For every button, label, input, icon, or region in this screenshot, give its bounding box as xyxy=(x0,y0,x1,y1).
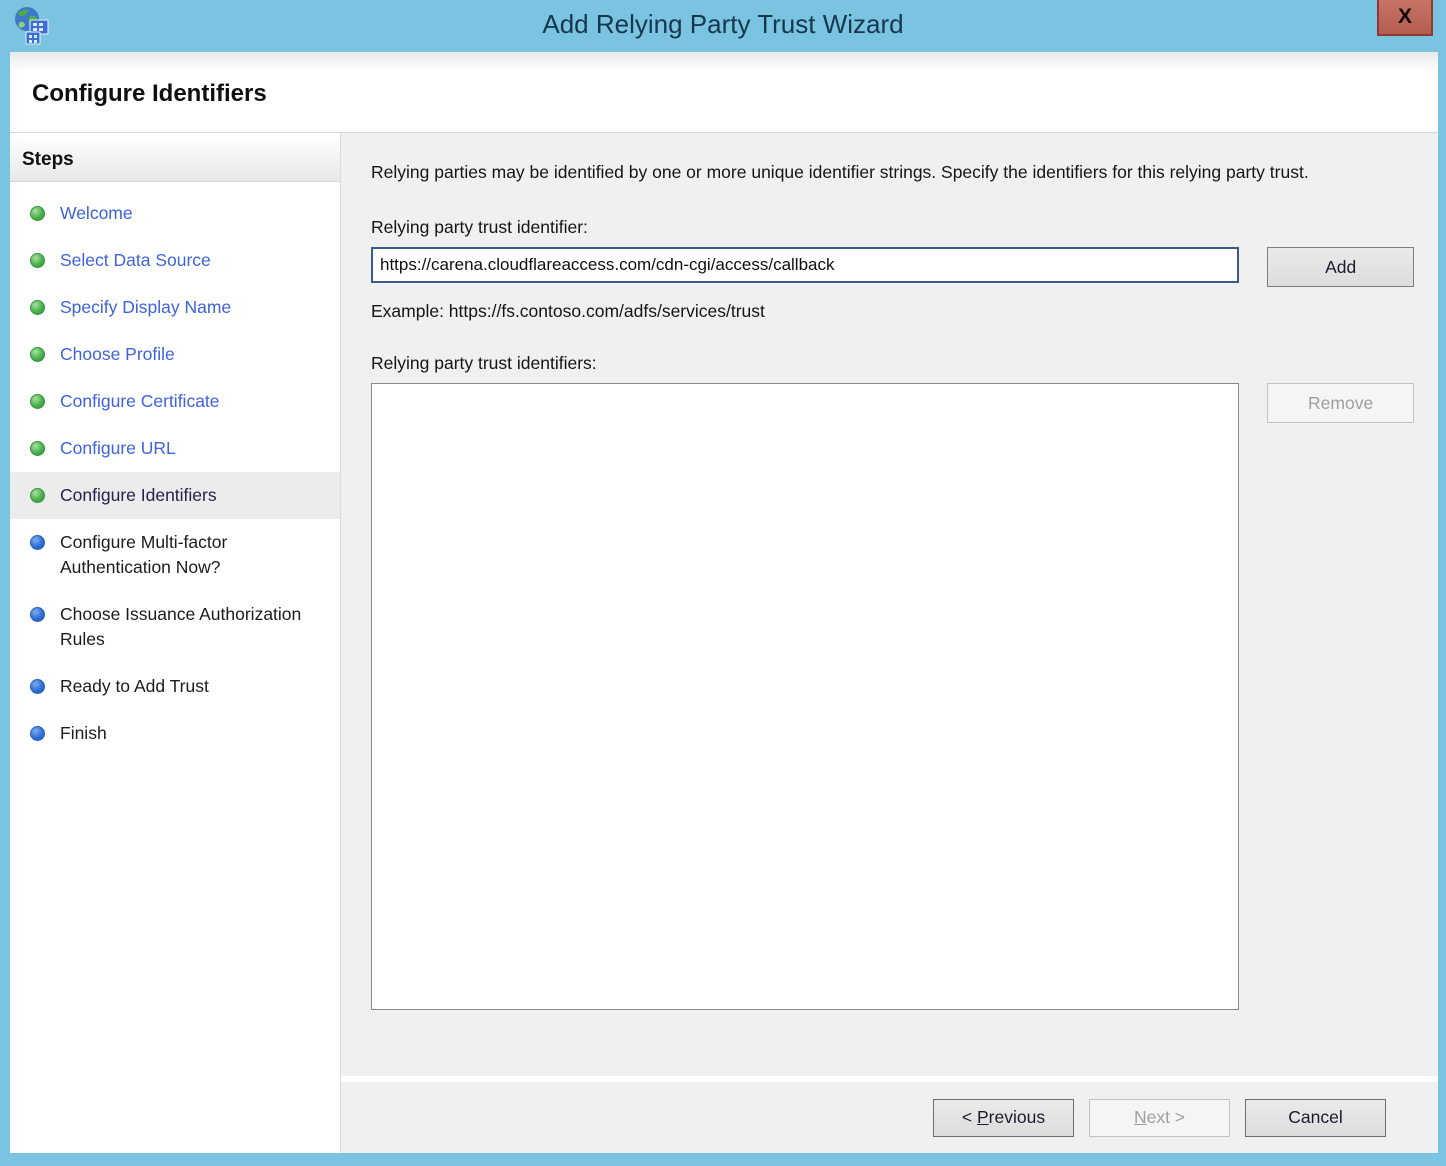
step-status-icon xyxy=(30,679,45,694)
step-status-icon xyxy=(30,607,45,622)
step-choose-issuance-rules[interactable]: Choose Issuance Authorization Rules xyxy=(10,591,340,663)
example-text: Example: https://fs.contoso.com/adfs/ser… xyxy=(371,301,1414,322)
identifiers-list-label: Relying party trust identifiers: xyxy=(371,353,1414,374)
step-status-icon xyxy=(30,253,45,268)
page-header: Configure Identifiers xyxy=(10,52,1438,133)
step-status-icon xyxy=(30,535,45,550)
wizard-body: Steps Welcome Select Data Source Specify… xyxy=(10,133,1438,1153)
step-configure-identifiers[interactable]: Configure Identifiers xyxy=(10,472,340,519)
content-inner: Relying parties may be identified by one… xyxy=(341,133,1438,1076)
remove-button[interactable]: Remove xyxy=(1267,383,1414,423)
wizard-window: Add Relying Party Trust Wizard X Configu… xyxy=(0,0,1446,1166)
steps-heading: Steps xyxy=(10,139,340,182)
steps-list: Welcome Select Data Source Specify Displ… xyxy=(10,190,340,757)
previous-button[interactable]: < Previous xyxy=(933,1099,1074,1137)
step-status-icon xyxy=(30,394,45,409)
identifier-row: Add xyxy=(371,247,1414,287)
titlebar: Add Relying Party Trust Wizard X xyxy=(0,0,1446,52)
step-status-icon xyxy=(30,206,45,221)
step-configure-url[interactable]: Configure URL xyxy=(10,425,340,472)
wizard-frame: Configure Identifiers Steps Welcome Sele… xyxy=(10,52,1438,1153)
step-status-icon xyxy=(30,347,45,362)
add-button[interactable]: Add xyxy=(1267,247,1414,287)
identifier-input[interactable] xyxy=(371,247,1239,283)
identifier-label: Relying party trust identifier: xyxy=(371,217,1414,238)
next-button[interactable]: Next > xyxy=(1089,1099,1230,1137)
step-status-icon xyxy=(30,441,45,456)
step-status-icon xyxy=(30,726,45,741)
step-finish[interactable]: Finish xyxy=(10,710,340,757)
cancel-button[interactable]: Cancel xyxy=(1245,1099,1386,1137)
step-status-icon xyxy=(30,488,45,503)
step-configure-mfa[interactable]: Configure Multi-factor Authentication No… xyxy=(10,519,340,591)
step-specify-display-name[interactable]: Specify Display Name xyxy=(10,284,340,331)
window-title: Add Relying Party Trust Wizard xyxy=(0,9,1446,40)
page-title: Configure Identifiers xyxy=(10,52,1438,108)
step-choose-profile[interactable]: Choose Profile xyxy=(10,331,340,378)
close-button[interactable]: X xyxy=(1377,0,1433,36)
step-select-data-source[interactable]: Select Data Source xyxy=(10,237,340,284)
footer-bar: < Previous Next > Cancel xyxy=(341,1076,1438,1153)
step-configure-certificate[interactable]: Configure Certificate xyxy=(10,378,340,425)
steps-sidebar: Steps Welcome Select Data Source Specify… xyxy=(10,133,341,1153)
content-pane: Relying parties may be identified by one… xyxy=(341,133,1438,1153)
step-ready-to-add-trust[interactable]: Ready to Add Trust xyxy=(10,663,340,710)
intro-text: Relying parties may be identified by one… xyxy=(371,159,1401,186)
identifiers-row: Remove xyxy=(371,383,1414,1010)
identifiers-listbox[interactable] xyxy=(371,383,1239,1010)
step-welcome[interactable]: Welcome xyxy=(10,190,340,237)
step-status-icon xyxy=(30,300,45,315)
